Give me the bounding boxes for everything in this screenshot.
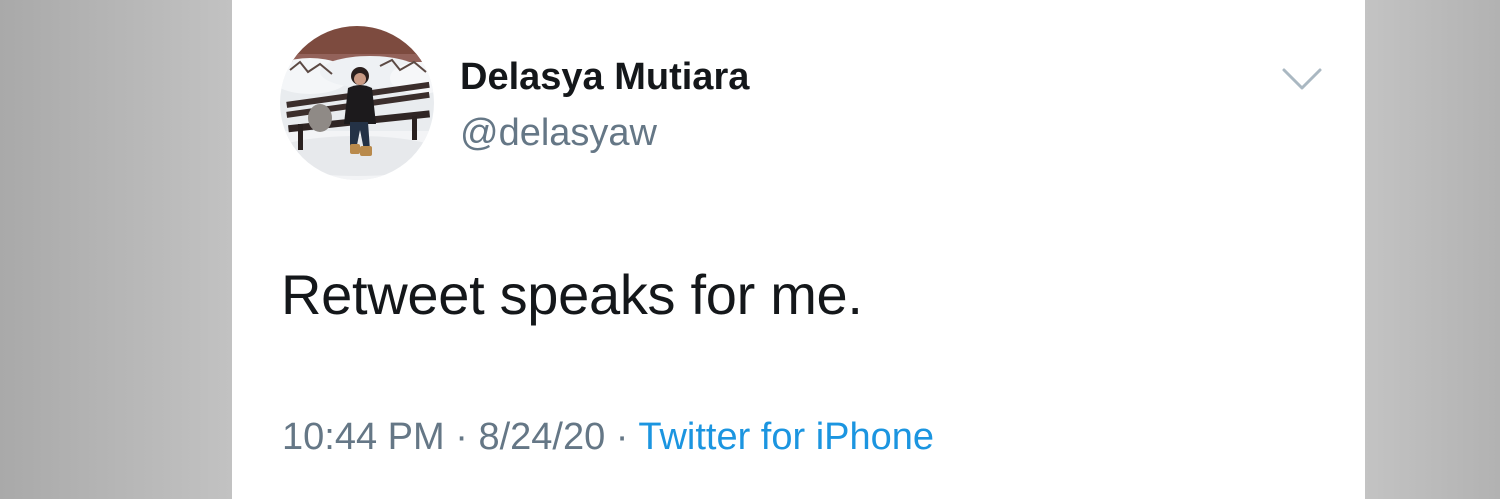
tweet-time[interactable]: 10:44 PM bbox=[282, 416, 445, 458]
avatar[interactable] bbox=[280, 26, 434, 180]
chevron-down-icon[interactable] bbox=[1280, 64, 1324, 94]
backdrop-right bbox=[1365, 0, 1500, 499]
tweet-meta: 10:44 PM · 8/24/20 · Twitter for iPhone bbox=[282, 416, 934, 459]
meta-separator: · bbox=[455, 416, 468, 458]
tweet-date[interactable]: 8/24/20 bbox=[478, 416, 605, 458]
backdrop-left bbox=[0, 0, 232, 499]
tweet-text: Retweet speaks for me. bbox=[281, 263, 863, 326]
author-display-name[interactable]: Delasya Mutiara bbox=[460, 56, 749, 99]
meta-separator: · bbox=[615, 416, 629, 458]
author-handle[interactable]: @delasyaw bbox=[460, 112, 657, 155]
profile-photo-icon bbox=[280, 26, 434, 180]
tweet-source-link[interactable]: Twitter for iPhone bbox=[638, 416, 934, 458]
